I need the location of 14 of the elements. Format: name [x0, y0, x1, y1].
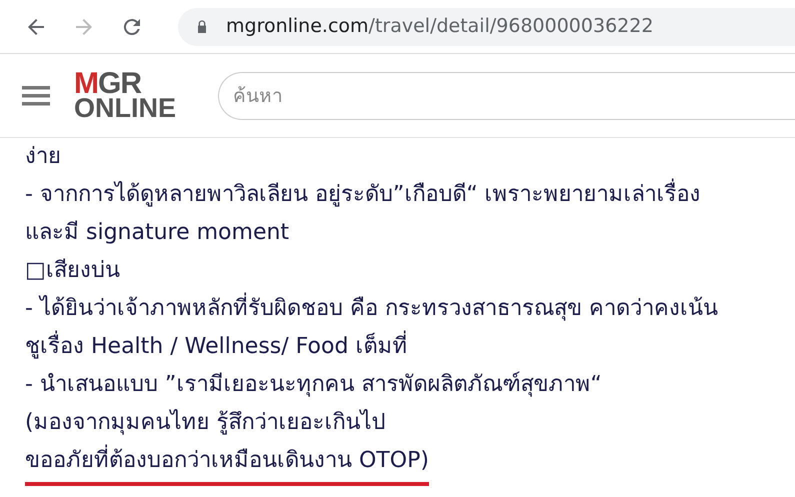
search-field[interactable]: ค้นหา	[218, 72, 795, 120]
address-bar[interactable]: mgronline.com/travel/detail/9680000036222	[178, 8, 795, 46]
article-text-line: - จากการได้ดูหลายพาวิลเลียน อยู่ระดับ”เกือบดี“ เพราะพยายามเล่าเรื่อง	[25, 176, 701, 214]
article-text-line: ง่าย	[25, 143, 61, 171]
menu-icon[interactable]	[22, 84, 50, 108]
site-logo[interactable]: MGR ONLINE	[74, 71, 176, 120]
article-text-line: - นำเสนอแบบ ”เรามีเยอะนะทุกคน สารพัดผลิตภัณฑ์สุขภาพ“	[25, 370, 602, 399]
article-text-line: (มองจากมุมคนไทย รู้สึกว่าเยอะเกินไป	[25, 408, 386, 437]
article-text-line: ขออภัยที่ต้องบอกว่าเหมือนเดินงาน OTOP)	[25, 442, 429, 486]
article-text-line: □เสียงบ่น	[25, 257, 120, 285]
url-text: mgronline.com/travel/detail/9680000036222	[226, 14, 654, 40]
article-text-line: ชูเรื่อง Health / Wellness/ Food เต็มที่	[25, 328, 408, 366]
article-text-line: - ได้ยินว่าเจ้าภาพหลักที่รับผิดชอบ คือ กระทรวงสาธารณสุข คาดว่าคงเน้น	[25, 290, 718, 328]
article-text-line: และมี signature moment	[25, 219, 290, 247]
